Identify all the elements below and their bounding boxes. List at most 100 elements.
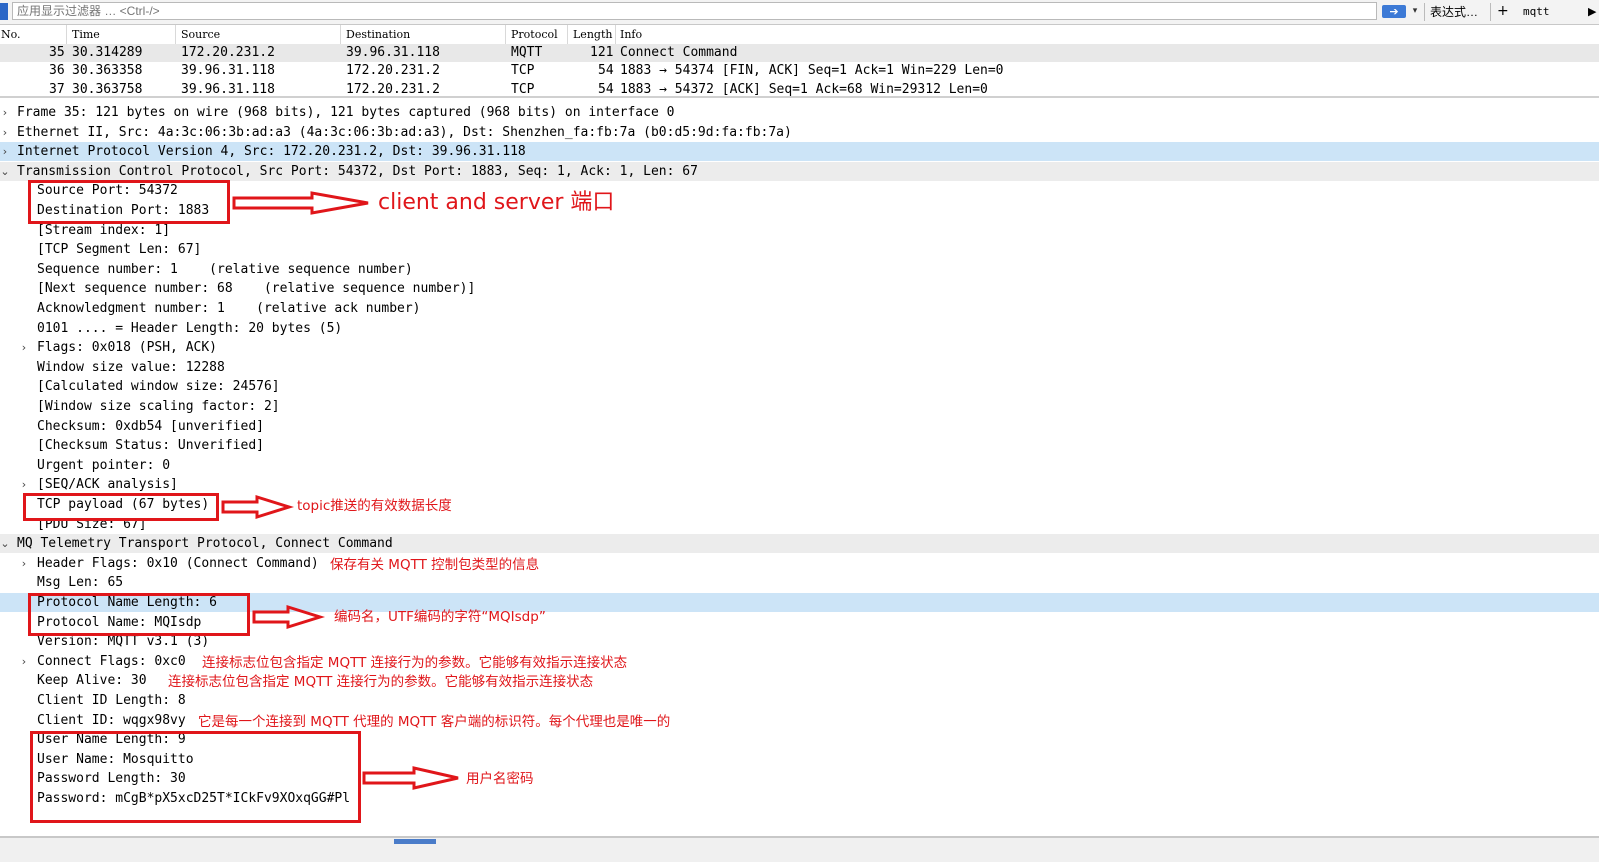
annotation-arrow-payload [221, 494, 295, 520]
detail-row-text: [Window size scaling factor: 2] [37, 399, 280, 414]
detail-row[interactable]: Checksum: 0xdb54 [unverified] [0, 417, 1599, 436]
packet-source: 172.20.231.2 [181, 45, 275, 60]
expression-button[interactable]: 表达式… [1430, 3, 1478, 21]
detail-row[interactable]: Urgent pointer: 0 [0, 456, 1599, 475]
detail-row[interactable]: Client ID Length: 8 [0, 691, 1599, 710]
detail-row-text: Keep Alive: 30 [37, 673, 147, 689]
more-filters-icon[interactable]: ▶ [1588, 3, 1596, 21]
annotation-box-protocol-name [28, 593, 250, 636]
detail-row[interactable]: › [SEQ/ACK analysis] [0, 475, 1599, 494]
packet-time: 30.314289 [72, 45, 143, 60]
bookmark-icon[interactable] [0, 3, 8, 20]
detail-row[interactable]: › Frame 35: 121 bytes on wire (968 bits),… [0, 103, 1599, 122]
detail-row[interactable]: ⌄ MQ Telemetry Transport Protocol, Connec… [0, 534, 1599, 554]
annotation-protocol-name: 编码名，UTF编码的字符“MQIsdp” [334, 609, 546, 625]
column-header-length[interactable]: Length [573, 27, 612, 42]
chevron-right-icon[interactable]: › [19, 554, 29, 573]
annotation-box-payload [23, 493, 219, 521]
detail-row-text: 0101 .... = Header Length: 20 bytes (5) [37, 320, 343, 336]
detail-row[interactable]: › Ethernet II, Src: 4a:3c:06:3b:ad:a3 (4a… [0, 123, 1599, 142]
detail-row-text: Ethernet II, Src: 4a:3c:06:3b:ad:a3 (4a:… [17, 124, 792, 140]
column-header-time[interactable]: Time [72, 27, 100, 42]
packet-info: 1883 → 54374 [FIN, ACK] Seq=1 Ack=1 Win=… [620, 63, 1004, 78]
chevron-right-icon[interactable]: › [0, 123, 10, 142]
column-header-destination[interactable]: Destination [346, 27, 410, 42]
packet-no: 35 [49, 45, 65, 60]
chevron-right-icon[interactable]: › [19, 475, 29, 494]
packet-list: 35 30.314289 172.20.231.2 39.96.31.118 M… [0, 44, 1599, 96]
chevron-right-icon[interactable]: › [19, 338, 29, 357]
detail-row[interactable]: Acknowledgment number: 1 (relative ack n… [0, 299, 1599, 318]
detail-row-text: [Calculated window size: 24576] [37, 379, 280, 395]
toolbar-separator [1424, 3, 1425, 21]
pane-splitter[interactable] [0, 96, 1599, 98]
detail-row-text: [TCP Segment Len: 67] [37, 242, 202, 258]
column-header-protocol[interactable]: Protocol [511, 27, 558, 42]
arrow-right-icon: ➔ [1389, 5, 1399, 18]
annotation-connect-flags: 连接标志位包含指定 MQTT 连接行为的参数。它能够有效指示连接状态 [202, 655, 628, 671]
packet-destination: 172.20.231.2 [346, 82, 440, 96]
chevron-right-icon[interactable]: › [19, 652, 29, 671]
detail-row[interactable]: [TCP Segment Len: 67] [0, 240, 1599, 259]
detail-row[interactable]: [Window size scaling factor: 2] [0, 397, 1599, 416]
chevron-right-icon[interactable]: › [0, 142, 10, 161]
detail-row-text: Frame 35: 121 bytes on wire (968 bits), … [17, 105, 675, 120]
chevron-down-icon[interactable]: ⌄ [0, 534, 10, 553]
packet-length: 121 [590, 45, 614, 60]
packet-no: 36 [49, 63, 65, 78]
chevron-right-icon[interactable]: › [0, 103, 10, 122]
detail-row[interactable]: [Next sequence number: 68 (relative sequ… [0, 279, 1599, 298]
scrollbar-thumb[interactable] [394, 839, 436, 844]
packet-row[interactable]: 35 30.314289 172.20.231.2 39.96.31.118 M… [0, 44, 1599, 62]
column-header-info[interactable]: Info [620, 27, 642, 42]
packet-bytes-pane [0, 838, 1599, 862]
packet-info: 1883 → 54372 [ACK] Seq=1 Ack=68 Win=2931… [620, 82, 988, 96]
chevron-down-icon[interactable]: ⌄ [0, 162, 10, 181]
packet-source: 39.96.31.118 [181, 82, 275, 96]
packet-list-header: No. Time Source Destination Protocol Len… [0, 25, 1599, 45]
detail-row[interactable]: Sequence number: 1 (relative sequence nu… [0, 260, 1599, 279]
annotation-box-credentials [30, 731, 361, 823]
packet-time: 30.363758 [72, 82, 143, 96]
packet-row[interactable]: 36 30.363358 39.96.31.118 172.20.231.2 T… [0, 62, 1599, 80]
packet-length: 54 [598, 82, 614, 96]
packet-time: 30.363358 [72, 63, 143, 78]
detail-row-text: Msg Len: 65 [37, 575, 124, 591]
detail-row[interactable]: › Header Flags: 0x10 (Connect Command) [0, 554, 1599, 573]
annotation-arrow-ports [232, 191, 369, 215]
detail-row[interactable]: [Checksum Status: Unverified] [0, 436, 1599, 455]
detail-row[interactable]: › Internet Protocol Version 4, Src: 172.2… [0, 142, 1599, 162]
column-header-source[interactable]: Source [181, 27, 220, 42]
packet-row[interactable]: 37 30.363758 39.96.31.118 172.20.231.2 T… [0, 81, 1599, 96]
toolbar-separator [1490, 3, 1491, 21]
annotation-box-ports [28, 180, 230, 224]
detail-row-text: [Checksum Status: Unverified] [37, 438, 264, 454]
apply-filter-button[interactable]: ➔ [1382, 5, 1406, 18]
detail-row[interactable]: 0101 .... = Header Length: 20 bytes (5) [0, 319, 1599, 338]
detail-row-text: Flags: 0x018 (PSH, ACK) [37, 340, 218, 356]
display-filter-input[interactable] [12, 2, 1377, 20]
detail-row-text: Checksum: 0xdb54 [unverified] [37, 418, 264, 434]
mqtt-filter-button[interactable]: mqtt [1523, 3, 1550, 21]
detail-row[interactable]: [Stream index: 1] [0, 221, 1599, 240]
detail-row[interactable]: Window size value: 12288 [0, 358, 1599, 377]
detail-row-text: Transmission Control Protocol, Src Port:… [17, 163, 698, 179]
detail-row-text: Header Flags: 0x10 (Connect Command) [37, 555, 319, 571]
column-header-no[interactable]: No. [1, 27, 21, 42]
filter-history-dropdown[interactable]: ▾ [1409, 4, 1421, 19]
annotation-arrow-credentials [362, 766, 459, 790]
detail-row[interactable]: › Flags: 0x018 (PSH, ACK) [0, 338, 1599, 357]
detail-row[interactable]: Msg Len: 65 [0, 573, 1599, 592]
annotation-client-id: 它是每一个连接到 MQTT 代理的 MQTT 客户端的标识符。每个代理也是唯一的 [198, 714, 671, 730]
detail-row-text: Acknowledgment number: 1 (relative ack n… [37, 301, 421, 316]
annotation-header-flags: 保存有关 MQTT 控制包类型的信息 [330, 557, 540, 573]
add-filter-button[interactable]: + [1497, 2, 1509, 20]
detail-row-text: Internet Protocol Version 4, Src: 172.20… [17, 144, 526, 160]
detail-row-text: Client ID Length: 8 [37, 693, 186, 708]
annotation-keep-alive: 连接标志位包含指定 MQTT 连接行为的参数。它能够有效指示连接状态 [168, 674, 594, 690]
detail-row-text: [Next sequence number: 68 (relative sequ… [37, 281, 476, 297]
packet-protocol: MQTT [511, 45, 543, 60]
detail-row[interactable]: [Calculated window size: 24576] [0, 377, 1599, 396]
annotation-ports: client and server 端口 [378, 190, 615, 215]
detail-row[interactable]: ⌄ Transmission Control Protocol, Src Port… [0, 161, 1599, 181]
